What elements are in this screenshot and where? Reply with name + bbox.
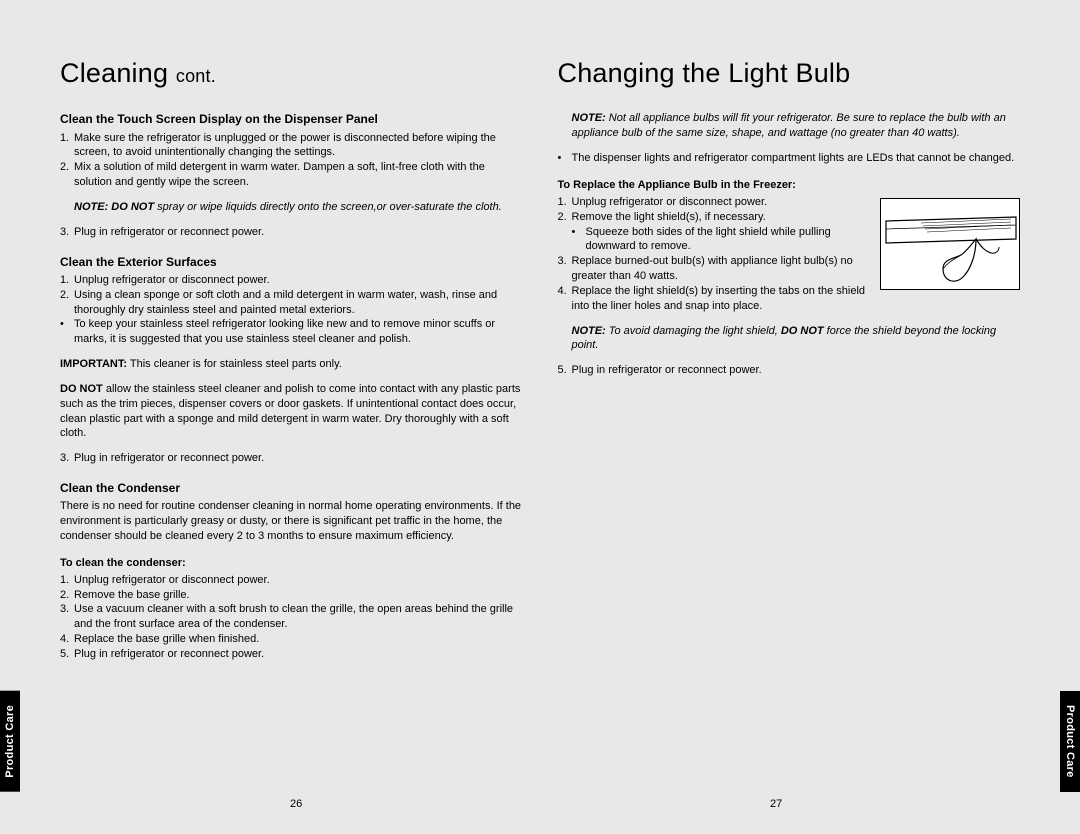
bullet-text: Squeeze both sides of the light shield w… xyxy=(586,225,873,255)
right-page: Changing the Light Bulb NOTE: Not all ap… xyxy=(558,55,1021,804)
sub-subheading: To Replace the Appliance Bulb in the Fre… xyxy=(558,178,1021,193)
important-body: This cleaner is for stainless steel part… xyxy=(127,358,342,370)
side-tab-right: Product Care xyxy=(1060,691,1080,792)
list-item: Replace burned-out bulb(s) with applianc… xyxy=(572,254,873,284)
section-heading: Clean the Exterior Surfaces xyxy=(60,254,523,270)
heading-text: Cleaning xyxy=(60,58,168,88)
note-label: NOTE: xyxy=(572,325,606,337)
do-not-label: DO NOT xyxy=(60,383,103,395)
list-item: Remove the light shield(s), if necessary… xyxy=(572,210,766,225)
bullet-text: The dispenser lights and refrigerator co… xyxy=(572,151,1015,166)
list-item: Unplug refrigerator or disconnect power. xyxy=(74,573,270,588)
bullet-text: To keep your stainless steel refrigerato… xyxy=(74,317,523,347)
note-block: NOTE: Not all appliance bulbs will fit y… xyxy=(558,111,1021,141)
ordered-list: 3.Plug in refrigerator or reconnect powe… xyxy=(60,225,523,240)
list-item: Unplug refrigerator or disconnect power. xyxy=(74,273,270,288)
page-title-left: Cleaning cont. xyxy=(60,55,523,91)
note-label: NOTE: DO NOT xyxy=(74,201,154,213)
page-spread: Cleaning cont. Clean the Touch Screen Di… xyxy=(0,0,1080,834)
section-heading: Clean the Touch Screen Display on the Di… xyxy=(60,111,523,127)
ordered-list: 1.Make sure the refrigerator is unplugge… xyxy=(60,131,523,190)
note-block: NOTE: To avoid damaging the light shield… xyxy=(558,324,1021,354)
section-heading: Clean the Condenser xyxy=(60,480,523,496)
side-tab-left: Product Care xyxy=(0,691,20,792)
bullet-item: •The dispenser lights and refrigerator c… xyxy=(558,151,1021,166)
note-body: Not all appliance bulbs will fit your re… xyxy=(572,112,1006,139)
list-item: Plug in refrigerator or reconnect power. xyxy=(572,363,762,378)
bullet-item: •To keep your stainless steel refrigerat… xyxy=(60,317,523,347)
list-item: Replace the base grille when finished. xyxy=(74,632,259,647)
list-item: Plug in refrigerator or reconnect power. xyxy=(74,225,264,240)
sub-bullet-item: •Squeeze both sides of the light shield … xyxy=(558,225,873,255)
sub-subheading: To clean the condenser: xyxy=(60,556,523,571)
list-item: Replace the light shield(s) by inserting… xyxy=(572,284,873,314)
page-number-left: 26 xyxy=(290,798,302,810)
ordered-list: 3.Plug in refrigerator or reconnect powe… xyxy=(60,451,523,466)
note-body-1: To avoid damaging the light shield, xyxy=(606,325,781,337)
do-not-body: allow the stainless steel cleaner and po… xyxy=(60,383,520,440)
list-item: Mix a solution of mild detergent in warm… xyxy=(74,160,523,190)
list-item: Unplug refrigerator or disconnect power. xyxy=(572,195,768,210)
list-item: Use a vacuum cleaner with a soft brush t… xyxy=(74,602,523,632)
list-item: Remove the base grille. xyxy=(74,588,190,603)
do-not-label: DO NOT xyxy=(781,325,824,337)
note-label: NOTE: xyxy=(572,112,606,124)
page-number-right: 27 xyxy=(770,798,782,810)
list-item: Plug in refrigerator or reconnect power. xyxy=(74,451,264,466)
heading-suffix: cont. xyxy=(176,66,216,86)
note-block: NOTE: DO NOT spray or wipe liquids direc… xyxy=(60,200,523,215)
list-item: Using a clean sponge or soft cloth and a… xyxy=(74,288,523,318)
paragraph: There is no need for routine condenser c… xyxy=(60,499,523,544)
paragraph: DO NOT allow the stainless steel cleaner… xyxy=(60,382,523,441)
ordered-list: 1.Unplug refrigerator or disconnect powe… xyxy=(60,573,523,662)
page-title-right: Changing the Light Bulb xyxy=(558,55,1021,91)
important-label: IMPORTANT: xyxy=(60,358,127,370)
ordered-list: 1.Unplug refrigerator or disconnect powe… xyxy=(60,273,523,318)
list-item: Make sure the refrigerator is unplugged … xyxy=(74,131,523,161)
light-shield-illustration xyxy=(880,198,1020,290)
paragraph: IMPORTANT: This cleaner is for stainless… xyxy=(60,357,523,372)
list-item: Plug in refrigerator or reconnect power. xyxy=(74,647,264,662)
left-page: Cleaning cont. Clean the Touch Screen Di… xyxy=(60,55,523,804)
ordered-list: 5.Plug in refrigerator or reconnect powe… xyxy=(558,363,1021,378)
note-body: spray or wipe liquids directly onto the … xyxy=(154,201,502,213)
